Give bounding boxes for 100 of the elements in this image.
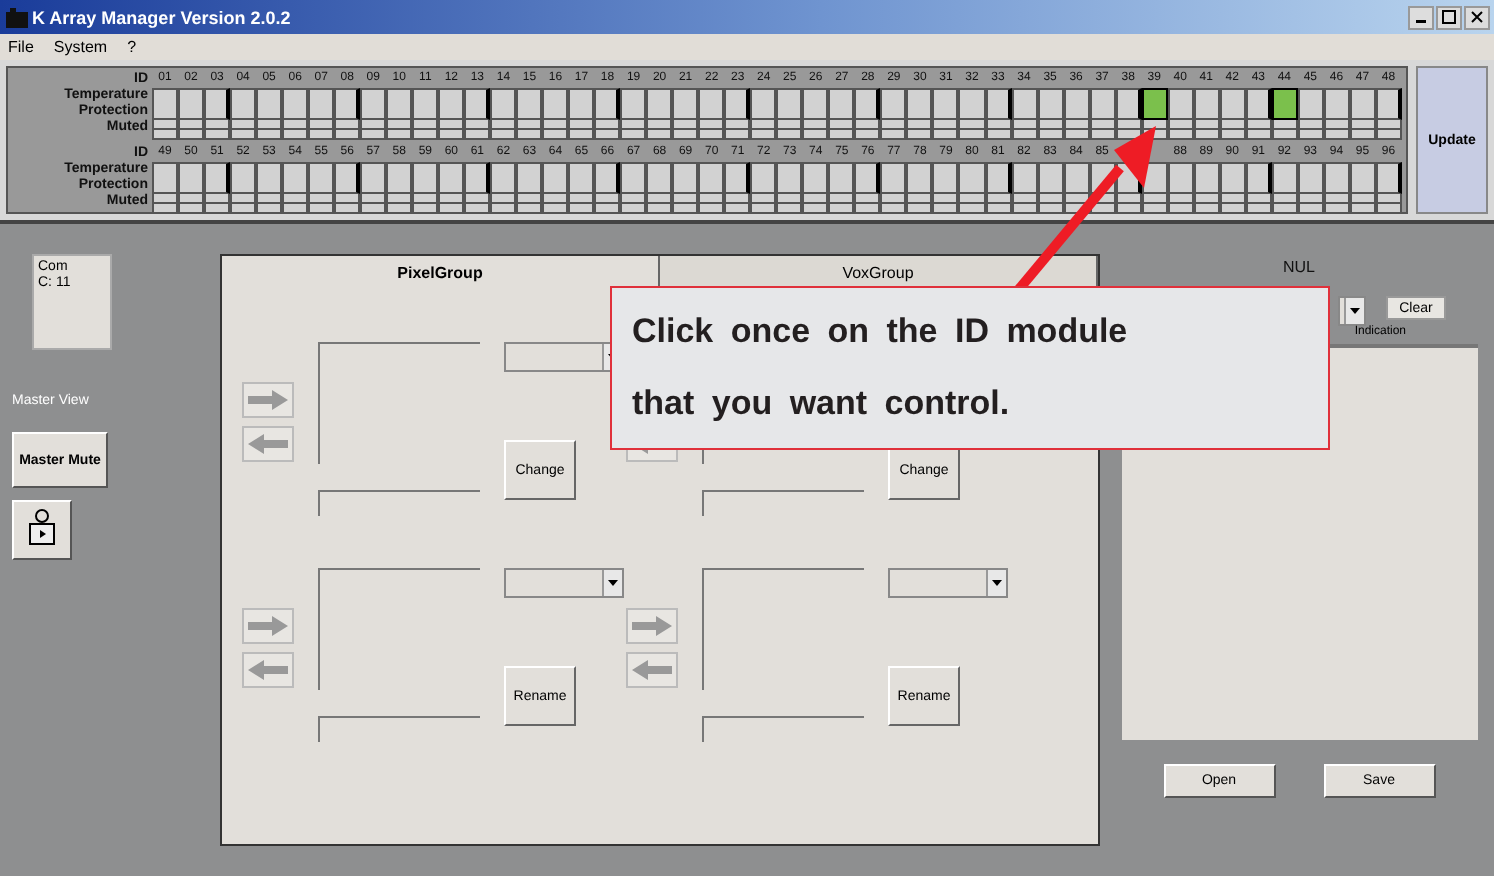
module-cell[interactable] (1063, 88, 1090, 120)
module-cell[interactable] (932, 162, 959, 194)
module-cell[interactable] (906, 88, 933, 120)
module-cell[interactable] (204, 162, 231, 194)
module-cell[interactable] (204, 88, 231, 120)
module-cell[interactable] (1271, 88, 1298, 120)
module-cell[interactable] (464, 162, 491, 194)
module-cell[interactable] (828, 88, 855, 120)
module-cell[interactable] (1063, 162, 1090, 194)
module-cell[interactable] (880, 162, 907, 194)
module-cell[interactable] (386, 162, 413, 194)
module-cell[interactable] (1271, 162, 1298, 194)
module-cell[interactable] (594, 162, 621, 194)
module-cell[interactable] (230, 88, 257, 120)
module-cell[interactable] (178, 162, 205, 194)
module-cell[interactable] (958, 162, 985, 194)
module-cell[interactable] (334, 162, 361, 194)
module-cell[interactable] (1167, 162, 1194, 194)
module-cell[interactable] (412, 162, 439, 194)
module-cell[interactable] (594, 88, 621, 120)
module-cell[interactable] (958, 88, 985, 120)
module-cell[interactable] (1349, 88, 1376, 120)
module-cell[interactable] (1297, 88, 1324, 120)
module-cell[interactable] (256, 88, 283, 120)
module-cell[interactable] (906, 162, 933, 194)
module-cell[interactable] (542, 88, 569, 120)
module-cell[interactable] (1323, 88, 1350, 120)
module-cell[interactable] (724, 162, 751, 194)
module-cell[interactable] (1193, 162, 1220, 194)
module-cell[interactable] (360, 162, 387, 194)
module-cell[interactable] (985, 88, 1012, 120)
module-cell[interactable] (1141, 88, 1168, 120)
module-cell[interactable] (490, 162, 517, 194)
module-cell[interactable] (620, 162, 647, 194)
module-cell[interactable] (1089, 88, 1116, 120)
module-cell[interactable] (178, 88, 205, 120)
module-cell[interactable] (308, 162, 335, 194)
module-cell[interactable] (1011, 88, 1038, 120)
menu-item[interactable]: ? (127, 38, 137, 56)
module-cell[interactable] (542, 162, 569, 194)
module-cell[interactable] (1297, 162, 1324, 194)
close-button[interactable] (1464, 5, 1490, 29)
module-cell[interactable] (282, 162, 309, 194)
module-cell[interactable] (230, 162, 257, 194)
module-cell[interactable] (1193, 88, 1220, 120)
module-cell[interactable] (724, 88, 751, 120)
module-cell[interactable] (620, 88, 647, 120)
module-cell[interactable] (152, 88, 179, 120)
module-cell[interactable] (1219, 88, 1246, 120)
module-cell[interactable] (1167, 88, 1194, 120)
module-cell[interactable] (646, 162, 673, 194)
module-cell[interactable] (1245, 162, 1272, 194)
module-cell[interactable] (438, 162, 465, 194)
module-cell[interactable] (776, 162, 803, 194)
module-cell[interactable] (1323, 162, 1350, 194)
module-cell[interactable] (152, 162, 179, 194)
module-cell[interactable] (750, 88, 777, 120)
menu-item[interactable]: System (53, 38, 108, 56)
module-cell[interactable] (568, 88, 595, 120)
module-cell[interactable] (1037, 88, 1064, 120)
module-cell[interactable] (932, 88, 959, 120)
module-cell[interactable] (1037, 162, 1064, 194)
module-cell[interactable] (1245, 88, 1272, 120)
module-cell[interactable] (516, 88, 543, 120)
module-cell[interactable] (672, 162, 699, 194)
module-cell[interactable] (568, 162, 595, 194)
module-cell[interactable] (698, 162, 725, 194)
module-cell[interactable] (1375, 88, 1402, 120)
module-cell[interactable] (1375, 162, 1402, 194)
menu-item[interactable]: File (8, 38, 34, 56)
module-cell[interactable] (438, 88, 465, 120)
maximize-button[interactable] (1436, 5, 1462, 29)
module-cell[interactable] (282, 88, 309, 120)
module-cell[interactable] (854, 162, 881, 194)
module-cell[interactable] (880, 88, 907, 120)
module-cell[interactable] (490, 88, 517, 120)
module-cell[interactable] (802, 162, 829, 194)
module-cell[interactable] (334, 88, 361, 120)
module-cell[interactable] (308, 88, 335, 120)
module-cell[interactable] (360, 88, 387, 120)
module-cell[interactable] (1219, 162, 1246, 194)
dropdown[interactable] (1338, 296, 1366, 326)
module-cell[interactable] (776, 88, 803, 120)
module-cell[interactable] (672, 88, 699, 120)
module-cell[interactable] (1011, 162, 1038, 194)
module-cell[interactable] (412, 88, 439, 120)
module-cell[interactable] (1115, 88, 1142, 120)
module-cell[interactable] (516, 162, 543, 194)
module-cell[interactable] (854, 88, 881, 120)
module-cell[interactable] (646, 88, 673, 120)
module-cell[interactable] (464, 88, 491, 120)
module-cell[interactable] (256, 162, 283, 194)
module-cell[interactable] (698, 88, 725, 120)
minimize-button[interactable] (1408, 5, 1434, 29)
module-cell[interactable] (828, 162, 855, 194)
module-cell[interactable] (750, 162, 777, 194)
module-cell[interactable] (386, 88, 413, 120)
module-cell[interactable] (985, 162, 1012, 194)
module-cell[interactable] (1349, 162, 1376, 194)
module-cell[interactable] (802, 88, 829, 120)
